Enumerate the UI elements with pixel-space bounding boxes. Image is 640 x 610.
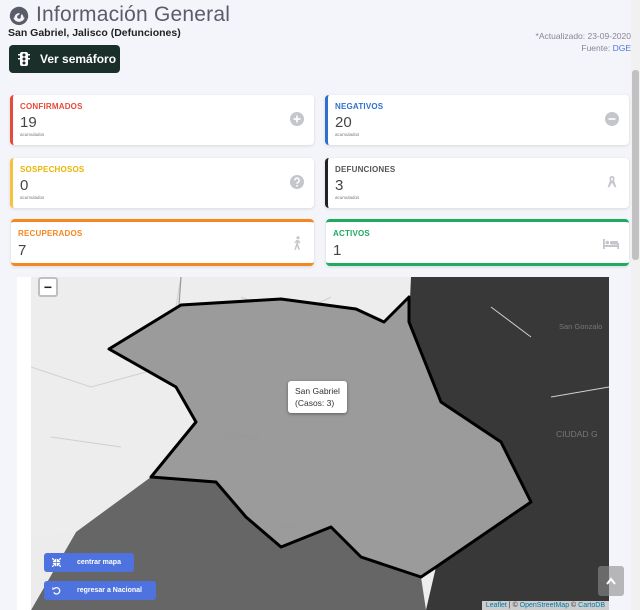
minus-circle-icon xyxy=(605,112,619,126)
card-value: 1 xyxy=(333,242,342,259)
center-map-label: centrar mapa xyxy=(77,559,121,566)
map[interactable]: Tolimanspa Cópala San Gonzalo CIUDAD G S… xyxy=(31,277,609,610)
back-national-label: regresar a Nacional xyxy=(77,587,142,594)
back-national-button[interactable]: regresar a Nacional xyxy=(44,581,156,600)
update-info: *Actualizado: 23-09-2020 Fuente: DGE xyxy=(536,30,631,54)
map-tooltip: San Gabriel (Casos: 3) xyxy=(288,381,347,413)
map-place-label: San Gonzalo xyxy=(559,322,603,331)
card-label: CONFIRMADOS xyxy=(20,102,83,111)
map-place-label: CIUDAD G xyxy=(556,429,598,439)
card-value: 20 xyxy=(335,114,352,131)
source-link[interactable]: DGE xyxy=(613,43,631,53)
compress-icon xyxy=(52,558,61,567)
bed-icon xyxy=(603,239,619,249)
map-attribution: Leaflet | © OpenStreetMap © CartoDB xyxy=(481,601,609,610)
ver-semaforo-label: Ver semáforo xyxy=(40,52,117,66)
scrollbar-thumb[interactable] xyxy=(632,70,639,260)
cartodb-link[interactable]: CartoDB xyxy=(578,602,605,609)
undo-icon xyxy=(52,586,61,595)
scroll-to-top-button[interactable] xyxy=(598,566,624,596)
tooltip-cases: (Casos: 3) xyxy=(295,398,335,408)
card-label: NEGATIVOS xyxy=(335,102,384,111)
card-activos: ACTIVOS 1 xyxy=(326,219,629,266)
card-value: 7 xyxy=(18,242,27,259)
card-sub: acumulados xyxy=(335,195,360,200)
source-label: Fuente: xyxy=(581,43,611,53)
walking-icon xyxy=(294,236,301,250)
card-defunciones: DEFUNCIONES 3 acumulados xyxy=(325,158,629,208)
ribbon-icon xyxy=(607,176,617,188)
ver-semaforo-button[interactable]: Ver semáforo xyxy=(9,45,120,73)
card-label: RECUPERADOS xyxy=(18,229,83,238)
card-recuperados: RECUPERADOS 7 xyxy=(11,219,314,266)
card-negativos: NEGATIVOS 20 acumulados xyxy=(325,95,629,145)
map-place-label: Cópala xyxy=(274,522,298,531)
updated-date: *Actualizado: 23-09-2020 xyxy=(535,31,631,41)
card-sub: acumulados xyxy=(20,195,45,200)
center-map-button[interactable]: centrar mapa xyxy=(44,553,134,572)
card-value: 19 xyxy=(20,114,37,131)
zoom-out-button[interactable]: − xyxy=(38,277,58,297)
leaflet-link[interactable]: Leaflet xyxy=(486,602,507,609)
tooltip-title: San Gabriel xyxy=(295,386,340,396)
attribution-sep: | © xyxy=(506,602,520,609)
card-sub: acumulados xyxy=(335,132,360,137)
osm-link[interactable]: OpenStreetMap xyxy=(520,602,569,609)
page-title: Información General xyxy=(36,3,231,26)
traffic-light-icon xyxy=(18,52,30,66)
card-sub: acumulados xyxy=(20,132,45,137)
card-label: SOSPECHOSOS xyxy=(20,165,85,174)
card-value: 3 xyxy=(335,177,344,194)
attribution-sep: © xyxy=(569,602,579,609)
question-circle-icon xyxy=(290,175,304,189)
page-header: Información General San Gabriel, Jalisco… xyxy=(0,0,640,92)
chevron-up-icon xyxy=(606,577,616,585)
tachometer-icon xyxy=(9,6,29,26)
card-label: ACTIVOS xyxy=(333,229,370,238)
card-sospechosos: SOSPECHOSOS 0 acumulados xyxy=(10,158,314,208)
page-scrollbar[interactable] xyxy=(631,0,640,610)
card-confirmados: CONFIRMADOS 19 acumulados xyxy=(10,95,314,145)
card-value: 0 xyxy=(20,177,29,194)
page-subtitle: San Gabriel, Jalisco (Defunciones) xyxy=(8,27,181,39)
map-place-label: Tolimanspa xyxy=(221,432,259,441)
title-row: Información General xyxy=(8,3,230,27)
plus-circle-icon xyxy=(290,112,304,126)
map-panel: Tolimanspa Cópala San Gonzalo CIUDAD G S… xyxy=(17,277,609,610)
source-line: Fuente: DGE xyxy=(536,42,631,54)
card-label: DEFUNCIONES xyxy=(335,165,396,174)
